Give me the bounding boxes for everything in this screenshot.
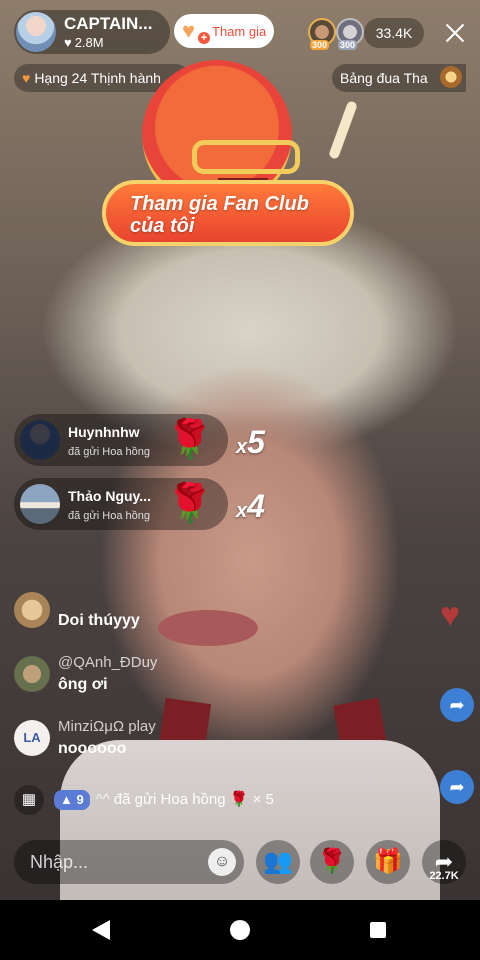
- trending-heart-icon: ♥: [22, 70, 31, 86]
- recents-icon[interactable]: [370, 922, 386, 938]
- gift-count-value: 4: [247, 488, 265, 524]
- viewer-badge: 300: [310, 40, 330, 50]
- gift-line-multiplier: × 5: [252, 791, 274, 808]
- gift-count-value: 5: [247, 424, 265, 460]
- share-icon[interactable]: ➦: [440, 770, 474, 804]
- gift-line-text: đã gửi Hoa hồng: [113, 791, 226, 808]
- close-icon[interactable]: [442, 20, 468, 46]
- chat-username[interactable]: @QAnh_ĐDuy: [58, 654, 157, 671]
- join-button[interactable]: ♥ + Tham gia: [174, 14, 274, 48]
- join-label: Tham gia: [212, 23, 267, 39]
- host-name: CAPTAIN...: [64, 14, 153, 33]
- share-icon[interactable]: ➦: [440, 688, 474, 722]
- gift-subtitle: đã gửi Hoa hồng: [68, 446, 150, 458]
- fan-club-line2: của tôi: [130, 215, 195, 237]
- rose-icon: 🌹: [166, 419, 214, 461]
- fanclub-heart-icon: ♥ +: [182, 20, 210, 44]
- home-icon[interactable]: [230, 920, 250, 940]
- viewer-count[interactable]: 33.4K: [364, 18, 424, 48]
- gift-notification[interactable]: Huynhnhw đã gửi Hoa hồng 🌹: [14, 414, 228, 466]
- host-likes-count: 2.8M: [74, 35, 104, 50]
- share-button[interactable]: ➦ 22.7K: [422, 840, 466, 884]
- rose-gift-button[interactable]: 🌹: [310, 840, 354, 884]
- gift-notification[interactable]: Thảo Nguy... đã gửi Hoa hồng 🌹: [14, 478, 228, 530]
- fan-club-sticker[interactable]: Tham gia Fan Club của tôi: [100, 60, 360, 260]
- heart-icon: ♥: [64, 35, 72, 50]
- chat-text: Doi thúyyy: [58, 612, 140, 629]
- chat-text: ông ơi: [58, 676, 108, 693]
- top-viewers[interactable]: 300 300: [308, 18, 368, 50]
- user-level-badge: ▲ 9: [54, 790, 90, 811]
- chat-username[interactable]: MinziΩμΩ play: [58, 718, 156, 735]
- viewer-badge: 300: [338, 40, 358, 50]
- gift-box-icon[interactable]: ▦: [14, 785, 44, 816]
- trophy-icon: [440, 66, 462, 88]
- host-profile-chip[interactable]: CAPTAIN... ♥ 2.8M: [14, 10, 170, 54]
- rose-icon: 🌹: [229, 791, 249, 808]
- gift-count: x5: [236, 424, 265, 460]
- chat-avatar[interactable]: LA: [14, 720, 50, 756]
- back-icon[interactable]: [92, 920, 110, 940]
- gift-sender-name[interactable]: ^^: [96, 791, 110, 808]
- comment-input[interactable]: Nhập...: [14, 840, 244, 884]
- people-icon[interactable]: 👥: [256, 840, 300, 884]
- floating-heart-icon: ♥: [440, 596, 461, 634]
- join-fan-club-button[interactable]: Tham gia Fan Club của tôi: [102, 180, 354, 246]
- gifter-name: Thảo Nguy...: [68, 488, 151, 504]
- rose-icon: 🌹: [166, 483, 214, 525]
- host-likes: ♥ 2.8M: [64, 35, 104, 50]
- chat-avatar[interactable]: [14, 592, 50, 628]
- chat-avatar[interactable]: [14, 656, 50, 692]
- gift-chat-line: ▦ ▲ 9 ^^ đã gửi Hoa hồng 🌹 × 5: [14, 784, 414, 816]
- host-avatar[interactable]: [16, 12, 56, 52]
- mascot-stick: [328, 100, 358, 160]
- system-nav-bar: [0, 900, 480, 960]
- gift-count: x4: [236, 488, 265, 524]
- gifter-avatar[interactable]: [20, 484, 60, 524]
- mascot-glasses: [192, 140, 300, 174]
- chat-text: noooooo: [58, 740, 127, 757]
- gift-subtitle: đã gửi Hoa hồng: [68, 510, 150, 522]
- user-level: 9: [76, 792, 84, 808]
- gifter-avatar[interactable]: [20, 420, 60, 460]
- share-count: 22.7K: [429, 870, 459, 882]
- gifter-name: Huynhnhw: [68, 424, 140, 440]
- fan-club-line1: Tham gia Fan Club: [130, 193, 309, 215]
- gift-icon[interactable]: 🎁: [366, 840, 410, 884]
